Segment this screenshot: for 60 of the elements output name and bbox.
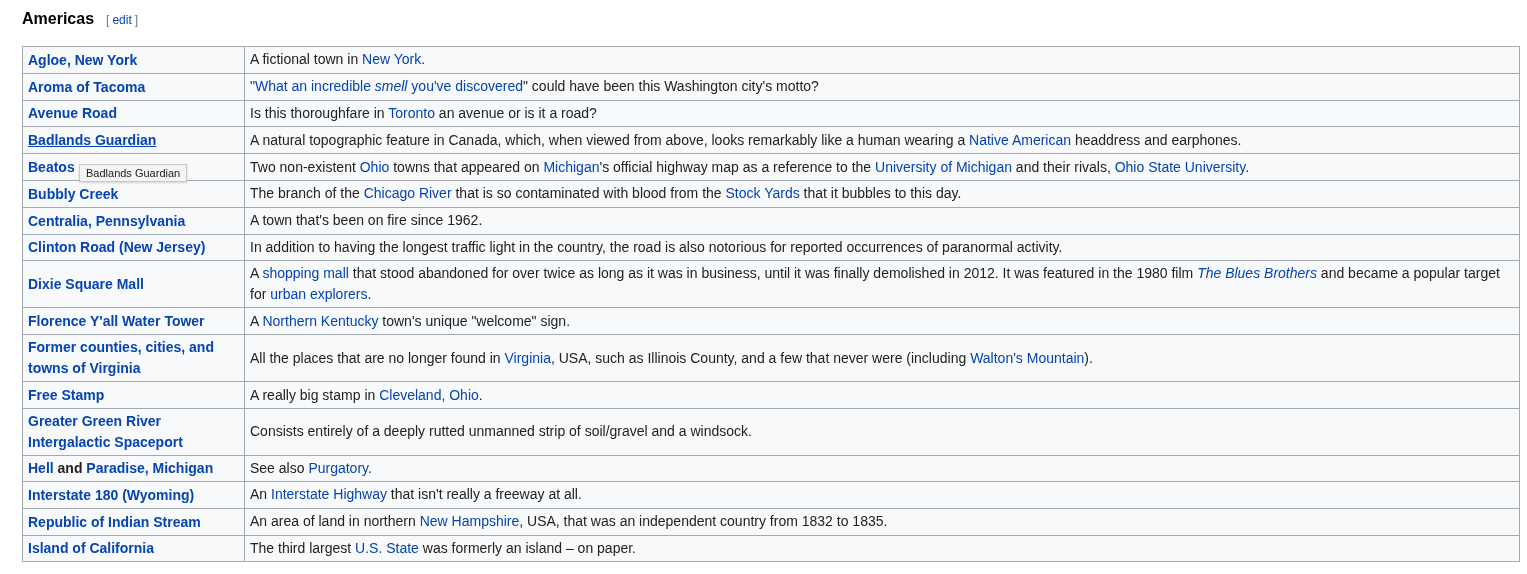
description-text: Consists entirely of a deeply rutted unmanned strip of soil/gravel and a windsock. (250, 423, 752, 440)
place-link[interactable]: Clinton Road (New Jersey) (28, 237, 206, 259)
place-link[interactable]: Hell (28, 459, 54, 476)
description-text: See also Purgatory. (250, 459, 372, 476)
place-link[interactable]: Beatos (28, 157, 75, 178)
description-text: All the places that are no longer found in Virginia, USA, such as Illinois County, and a few that never were (including Walton's Mountain). (250, 349, 1093, 366)
link[interactable]: Purgatory (308, 459, 369, 476)
description-text: A natural topographic feature in Canada, which, when viewed from above, looks remarkably like a human wearing a Native American headdress and earphones. (250, 131, 1242, 148)
link[interactable]: Toronto (388, 105, 435, 121)
description-text: In addition to having the longest traffic light in the country, the road is also notorious for reported occurrences of paranormal activity. (250, 238, 1063, 255)
link[interactable]: urban explorers (270, 286, 368, 303)
place-link[interactable]: Florence Y'all Water Tower (28, 311, 205, 333)
link[interactable]: Chicago River (363, 185, 452, 202)
link[interactable]: Michigan (543, 158, 600, 175)
link[interactable]: Native American (969, 131, 1071, 148)
description-text: An Interstate Highway that isn't really a freeway at all. (250, 486, 582, 503)
place-link[interactable]: Island of California (28, 538, 154, 560)
link[interactable]: University of Michigan (875, 158, 1012, 175)
link[interactable]: Ohio (359, 158, 390, 175)
section-heading: Americas (22, 10, 95, 28)
link[interactable]: Stock Yards (725, 185, 800, 202)
place-link[interactable]: Greater Green River Intergalactic Spaceport (28, 410, 239, 453)
place-link[interactable]: Centralia, Pennsylvania (28, 210, 186, 232)
link[interactable]: New Hampshire (419, 513, 520, 530)
link[interactable]: Walton's Mountain (970, 349, 1085, 366)
tooltip: Badlands Guardian (79, 164, 188, 183)
link[interactable]: Virginia (504, 349, 551, 366)
place-link[interactable]: Badlands Guardian (28, 130, 157, 152)
place-link[interactable]: Avenue Road (28, 103, 117, 125)
description-text: An area of land in northern New Hampshire, USA, that was an independent country from 1832 to 1835. (250, 513, 888, 530)
description-text: A fictional town in New York. (250, 51, 426, 68)
link[interactable]: The Blues Brothers (1197, 265, 1317, 282)
edit-link[interactable]: edit (112, 13, 132, 27)
link[interactable]: "What an incredible smell you've discovered (250, 78, 523, 95)
bracket: ] (134, 13, 139, 27)
link[interactable]: Cleveland, Ohio (379, 386, 479, 403)
place-link[interactable]: Interstate 180 (Wyoming) (28, 484, 195, 506)
description-text: "What an incredible smell you've discovered" could have been this Washington city's motto? (250, 78, 819, 95)
place-link[interactable]: Free Stamp (28, 384, 105, 406)
place-link[interactable]: Republic of Indian Stream (28, 511, 201, 533)
description-text: A really big stamp in Cleveland, Ohio. (250, 386, 483, 403)
link[interactable]: Interstate Highway (271, 486, 387, 503)
place-link[interactable]: Paradise, Michigan (86, 459, 214, 476)
link[interactable]: Northern Kentucky (262, 312, 379, 329)
place-link[interactable]: Former counties, cities, and towns of Virginia (28, 337, 239, 380)
place-link[interactable]: Dixie Square Mall (28, 274, 144, 296)
description-text: The third largest U.S. State was formerly an island – on paper. (250, 539, 636, 556)
place-link[interactable]: Bubbly Creek (28, 183, 119, 205)
description-text: A shopping mall that stood abandoned for over twice as long as it was in business, until it was finally demolished in 2012. It was featured in the 1980 film The Blues Brothers and became a popular target for urban explorers. (250, 265, 1500, 303)
description-text: A town that's been on fire since 1962. (250, 212, 483, 229)
description-text: Is this thoroughfare in Toronto an avenue or is it a road? (250, 105, 597, 121)
place-link[interactable]: Aroma of Tacoma (28, 76, 146, 98)
description-text: A Northern Kentucky town's unique "welcome" sign. (250, 312, 571, 329)
place-name: Hell and Paradise, Michigan (28, 459, 214, 476)
description-text: Two non-existent Ohio towns that appeared on Michigan's official highway map as a reference to the University of Michigan and their rivals, Ohio State University. (250, 158, 1250, 175)
place-link[interactable]: Agloe, New York (28, 49, 138, 71)
link[interactable]: shopping mall (262, 265, 349, 282)
bracket: [ (106, 13, 110, 27)
link[interactable]: U.S. State (355, 539, 419, 556)
description-text: The branch of the Chicago River that is so contaminated with blood from the Stock Yards that it bubbles to this day. (250, 185, 962, 202)
